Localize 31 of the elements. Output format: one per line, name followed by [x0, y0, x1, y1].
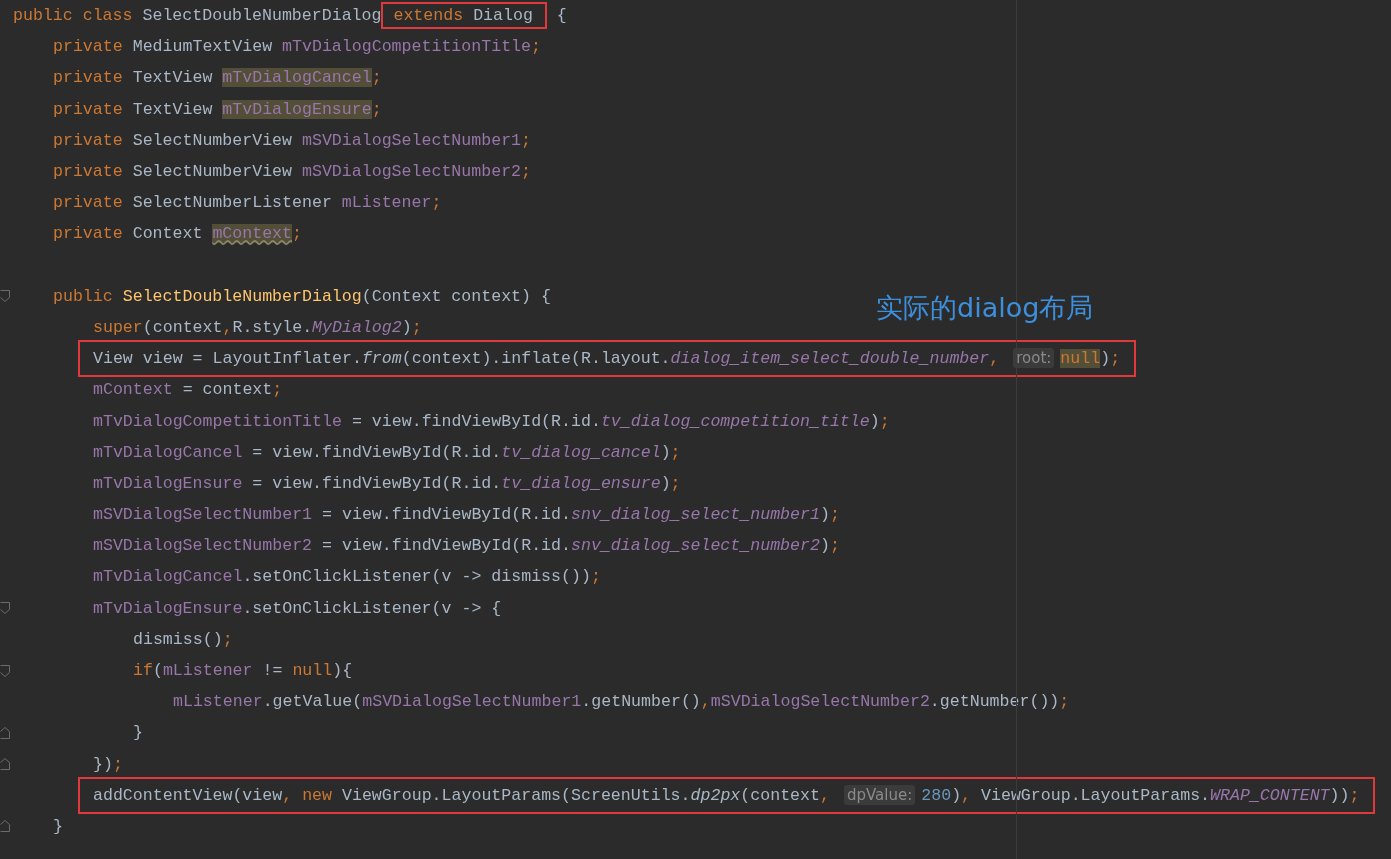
- code-line: private SelectNumberListener mListener;: [53, 192, 442, 215]
- code-line: mSVDialogSelectNumber2 = view.findViewById(R.id.snv_dialog_select_number2);: [93, 535, 840, 558]
- code-line: mListener.getValue(mSVDialogSelectNumber1.getNumber(),mSVDialogSelectNumber2.getNumber());: [173, 691, 1070, 714]
- code-line: mTvDialogCancel = view.findViewById(R.id.tv_dialog_cancel);: [93, 441, 681, 464]
- code-line: }: [133, 722, 143, 745]
- code-line: mSVDialogSelectNumber1 = view.findViewById(R.id.snv_dialog_select_number1);: [93, 504, 840, 527]
- fold-marker-icon[interactable]: [0, 819, 11, 834]
- code-line: public class SelectDoubleNumberDialog extends Dialog {: [13, 2, 567, 30]
- code-line: super(context,R.style.MyDialog2);: [93, 316, 422, 339]
- code-line: public SelectDoubleNumberDialog(Context context) {: [53, 285, 551, 308]
- code-line: });: [93, 753, 123, 776]
- code-line: mTvDialogCompetitionTitle = view.findViewById(R.id.tv_dialog_competition_title);: [93, 410, 890, 433]
- fold-marker-icon[interactable]: [0, 757, 11, 772]
- code-line: }: [53, 815, 63, 838]
- code-line: mTvDialogCancel.setOnClickListener(v -> dismiss());: [93, 566, 601, 589]
- code-line: if(mListener != null){: [133, 660, 353, 683]
- code-line: private TextView mTvDialogEnsure;: [53, 98, 382, 121]
- code-line: mTvDialogEnsure.setOnClickListener(v -> {: [93, 597, 502, 620]
- fold-marker-icon[interactable]: [0, 289, 11, 304]
- code-line: private TextView mTvDialogCancel;: [53, 67, 382, 90]
- annotation-label: 实际的dialog布局: [876, 292, 1094, 325]
- code-line: mContext = context;: [93, 379, 283, 402]
- fold-marker-icon[interactable]: [0, 601, 11, 616]
- code-line: private SelectNumberView mSVDialogSelectNumber1;: [53, 129, 532, 152]
- fold-marker-icon[interactable]: [0, 663, 11, 678]
- code-line: private Context mContext;: [53, 223, 302, 246]
- code-line: dismiss();: [133, 628, 233, 651]
- code-line: private MediumTextView mTvDialogCompetitionTitle;: [53, 36, 541, 59]
- code-line: mTvDialogEnsure = view.findViewById(R.id.tv_dialog_ensure);: [93, 472, 681, 495]
- fold-marker-icon[interactable]: [0, 725, 11, 740]
- code-line: private SelectNumberView mSVDialogSelectNumber2;: [53, 161, 532, 184]
